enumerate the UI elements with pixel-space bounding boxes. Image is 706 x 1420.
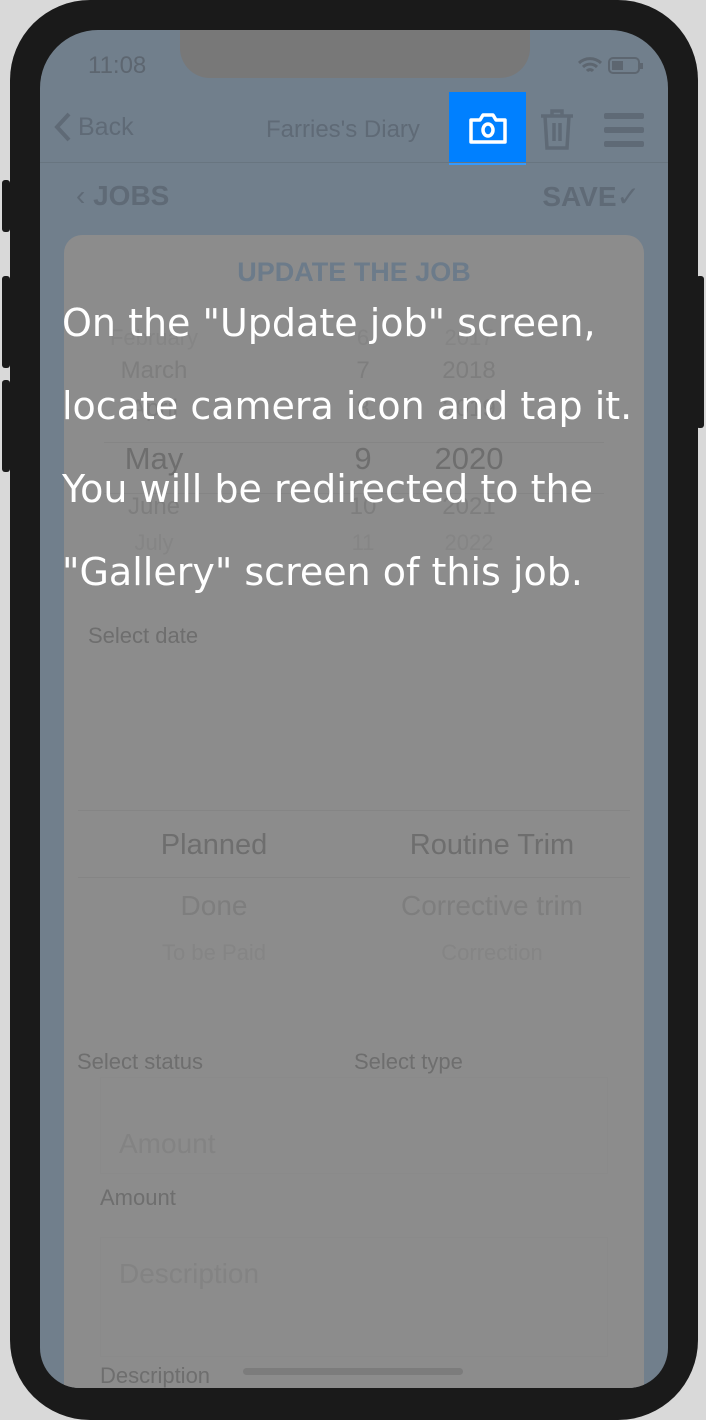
back-label: Back <box>78 112 134 141</box>
volume-down-button <box>2 380 10 472</box>
status-label: Select status <box>77 1049 203 1074</box>
type-label: Select type <box>354 1049 463 1074</box>
type-picker-option[interactable]: Correction <box>342 940 642 966</box>
back-button[interactable]: Back <box>54 112 134 142</box>
camera-icon <box>468 112 507 144</box>
description-input[interactable]: Description <box>100 1237 608 1357</box>
tutorial-text: On the "Update job" screen, locate camer… <box>62 301 633 594</box>
navbar-divider <box>40 162 668 163</box>
save-button[interactable]: SAVE✓ <box>542 180 640 213</box>
save-label: SAVE <box>542 181 617 212</box>
date-label: Select date <box>88 623 199 648</box>
phone-screen: 11:08 Back Farries's Diary ‹ JOBS SAVE✓ … <box>40 30 668 1388</box>
trash-icon <box>541 109 573 150</box>
status-icons <box>577 56 644 81</box>
picker-line <box>78 877 630 878</box>
amount-input[interactable]: Amount <box>100 1077 608 1174</box>
menu-icon <box>604 113 644 147</box>
chevron-left-icon <box>54 112 71 142</box>
power-button <box>696 276 704 428</box>
amount-label: Amount <box>100 1185 176 1210</box>
navbar-title: Farries's Diary <box>266 116 420 143</box>
chevron-left-icon: ‹ <box>76 180 94 211</box>
jobs-label: JOBS <box>93 180 170 211</box>
description-label: Description <box>100 1363 211 1388</box>
notch <box>180 30 530 78</box>
status-picker-option[interactable]: To be Paid <box>64 940 364 966</box>
description-placeholder: Description <box>119 1258 260 1289</box>
volume-up-button <box>2 276 10 368</box>
mute-switch <box>2 180 10 232</box>
status-picker-option[interactable]: Planned <box>64 829 364 862</box>
status-time: 11:08 <box>88 52 147 79</box>
battery-icon <box>608 57 643 74</box>
checkmark-icon: ✓ <box>616 181 640 212</box>
type-picker-option[interactable]: Corrective trim <box>342 890 642 922</box>
type-picker-option[interactable]: Routine Trim <box>342 829 642 862</box>
status-picker-option[interactable]: Done <box>64 890 364 922</box>
jobs-back-button[interactable]: ‹ JOBS <box>76 180 169 212</box>
picker-line <box>78 810 630 811</box>
amount-placeholder: Amount <box>119 1128 216 1159</box>
wifi-icon <box>577 57 603 73</box>
menu-button[interactable] <box>603 112 645 153</box>
camera-button[interactable] <box>449 92 526 165</box>
delete-button[interactable] <box>538 108 576 155</box>
home-indicator[interactable] <box>243 1368 463 1375</box>
